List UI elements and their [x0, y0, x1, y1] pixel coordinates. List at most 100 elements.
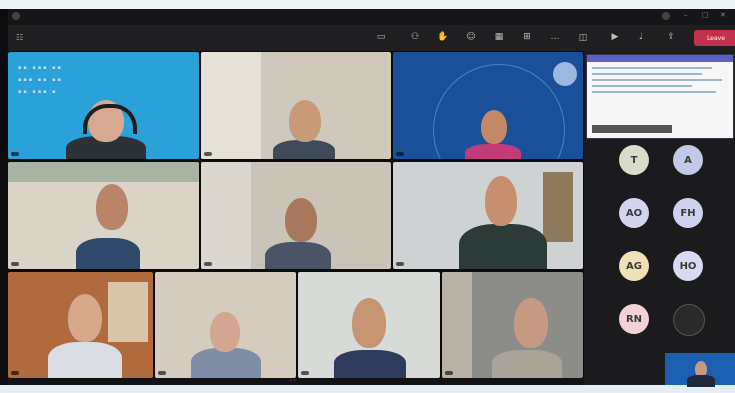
participant-head	[285, 198, 317, 242]
avatar-initials: T	[630, 154, 638, 166]
window-backdrop	[201, 52, 261, 159]
shared-text-line	[592, 85, 692, 87]
view-button[interactable]: ▦	[488, 27, 510, 49]
room-backdrop	[442, 272, 472, 378]
self-body	[687, 375, 715, 387]
presenter-label	[592, 125, 672, 133]
shared-text-line	[592, 73, 702, 75]
background-strip-bottom	[0, 385, 735, 393]
people-button[interactable]: ⚇	[404, 27, 426, 49]
participant-name	[158, 371, 166, 375]
avatar-initials: AO	[625, 207, 643, 219]
participant-body	[334, 350, 406, 378]
participant-body	[273, 140, 335, 159]
headset-icon	[83, 104, 137, 134]
apps-button[interactable]: ⊞	[516, 27, 538, 49]
grid-icon[interactable]: ☷	[16, 33, 23, 42]
apps-extra-button[interactable]: ◫	[572, 27, 594, 49]
shared-screen[interactable]	[586, 54, 734, 139]
participant-body	[465, 144, 521, 159]
room-backdrop	[108, 282, 148, 342]
participant-body	[459, 224, 547, 269]
avatar[interactable]: AG	[619, 251, 649, 281]
more-button[interactable]: …	[544, 27, 566, 49]
participant-head	[210, 312, 240, 352]
participant-head	[68, 294, 102, 342]
participant-name	[11, 262, 19, 266]
participant-body	[48, 342, 122, 378]
share-button[interactable]: ⇪	[660, 27, 682, 49]
leave-button[interactable]: Leave	[694, 30, 735, 46]
self-view[interactable]	[665, 353, 735, 387]
view-icon: ▦	[494, 31, 504, 42]
participant-name	[396, 152, 404, 156]
participant-head	[96, 184, 128, 230]
room-backdrop	[8, 162, 199, 182]
more-participants-avatar[interactable]	[673, 304, 705, 336]
chat-icon: ▭	[376, 31, 386, 42]
react-button[interactable]: ☺	[460, 27, 482, 49]
video-tile[interactable]	[442, 272, 583, 378]
participant-body	[76, 238, 140, 269]
avatar-initials: AG	[626, 260, 642, 272]
avatar-initials: HO	[679, 260, 697, 272]
video-tile[interactable]	[201, 162, 391, 269]
shared-screen-header	[587, 55, 733, 62]
participant-head	[514, 298, 548, 348]
avatar-initials: A	[684, 154, 692, 166]
camera-icon: ▶	[611, 31, 619, 42]
mic-button[interactable]: ♩	[630, 27, 652, 49]
room-backdrop	[543, 172, 573, 242]
avatar[interactable]: HO	[673, 251, 703, 281]
video-tile[interactable]	[298, 272, 440, 378]
avatar[interactable]: A	[673, 145, 703, 175]
participant-body	[492, 350, 562, 378]
participant-name	[204, 262, 212, 266]
mic-icon: ♩	[638, 31, 644, 42]
shared-text-line	[592, 67, 712, 69]
org-logo-icon	[553, 62, 577, 86]
avatar-initials: FH	[680, 207, 696, 219]
share-icon: ⇪	[667, 31, 675, 42]
avatar[interactable]: AO	[619, 198, 649, 228]
backdrop-logos: ▪▪ ▪▪▪ ▪▪ ▪▪▪ ▪▪ ▪▪ ▪▪ ▪▪▪ ▪	[18, 65, 63, 95]
video-tile[interactable]	[201, 52, 391, 159]
video-tile[interactable]	[393, 162, 583, 269]
participant-name	[445, 371, 453, 375]
people-icon: ⚇	[410, 31, 420, 42]
video-tile[interactable]	[8, 272, 153, 378]
avatar[interactable]: T	[619, 145, 649, 175]
close-icon[interactable]: ✕	[720, 11, 728, 19]
profile-icon[interactable]	[662, 12, 670, 20]
camera-button[interactable]: ▶	[604, 27, 626, 49]
video-tile[interactable]	[393, 52, 583, 159]
shared-text-line	[592, 91, 716, 93]
video-tile[interactable]	[155, 272, 296, 378]
react-icon: ☺	[466, 31, 476, 42]
participant-body	[265, 242, 331, 269]
avatar-initials: RN	[625, 313, 643, 325]
participant-head	[289, 100, 321, 142]
participant-name	[11, 152, 19, 156]
video-tile[interactable]	[8, 162, 199, 269]
chat-button[interactable]: ▭	[370, 27, 392, 49]
shared-text-line	[592, 79, 722, 81]
app-icon	[12, 12, 20, 20]
minimize-icon[interactable]: –	[684, 11, 692, 19]
participant-name	[11, 371, 19, 375]
more-icon: …	[550, 31, 560, 42]
avatar[interactable]: FH	[673, 198, 703, 228]
maximize-icon[interactable]: □	[702, 11, 710, 19]
video-tile[interactable]: ▪▪ ▪▪▪ ▪▪ ▪▪▪ ▪▪ ▪▪ ▪▪ ▪▪▪ ▪	[8, 52, 199, 159]
raise-hand-icon: ✋	[437, 31, 449, 42]
page-indicator[interactable]: ‹ ›	[290, 378, 296, 384]
avatar[interactable]: RN	[619, 304, 649, 334]
apps-icon: ⊞	[523, 31, 531, 42]
apps-extra-icon: ◫	[578, 32, 588, 43]
room-backdrop	[201, 162, 251, 269]
raise-hand-button[interactable]: ✋	[432, 27, 454, 49]
meeting-toolbar: ☷ ▭ ⚇ ✋ ☺ ▦ ⊞ … ◫ ▶ ♩ ⇪ Leave	[8, 25, 735, 51]
leave-label: Leave	[707, 34, 725, 42]
participant-head	[352, 298, 386, 348]
participant-head	[481, 110, 507, 144]
